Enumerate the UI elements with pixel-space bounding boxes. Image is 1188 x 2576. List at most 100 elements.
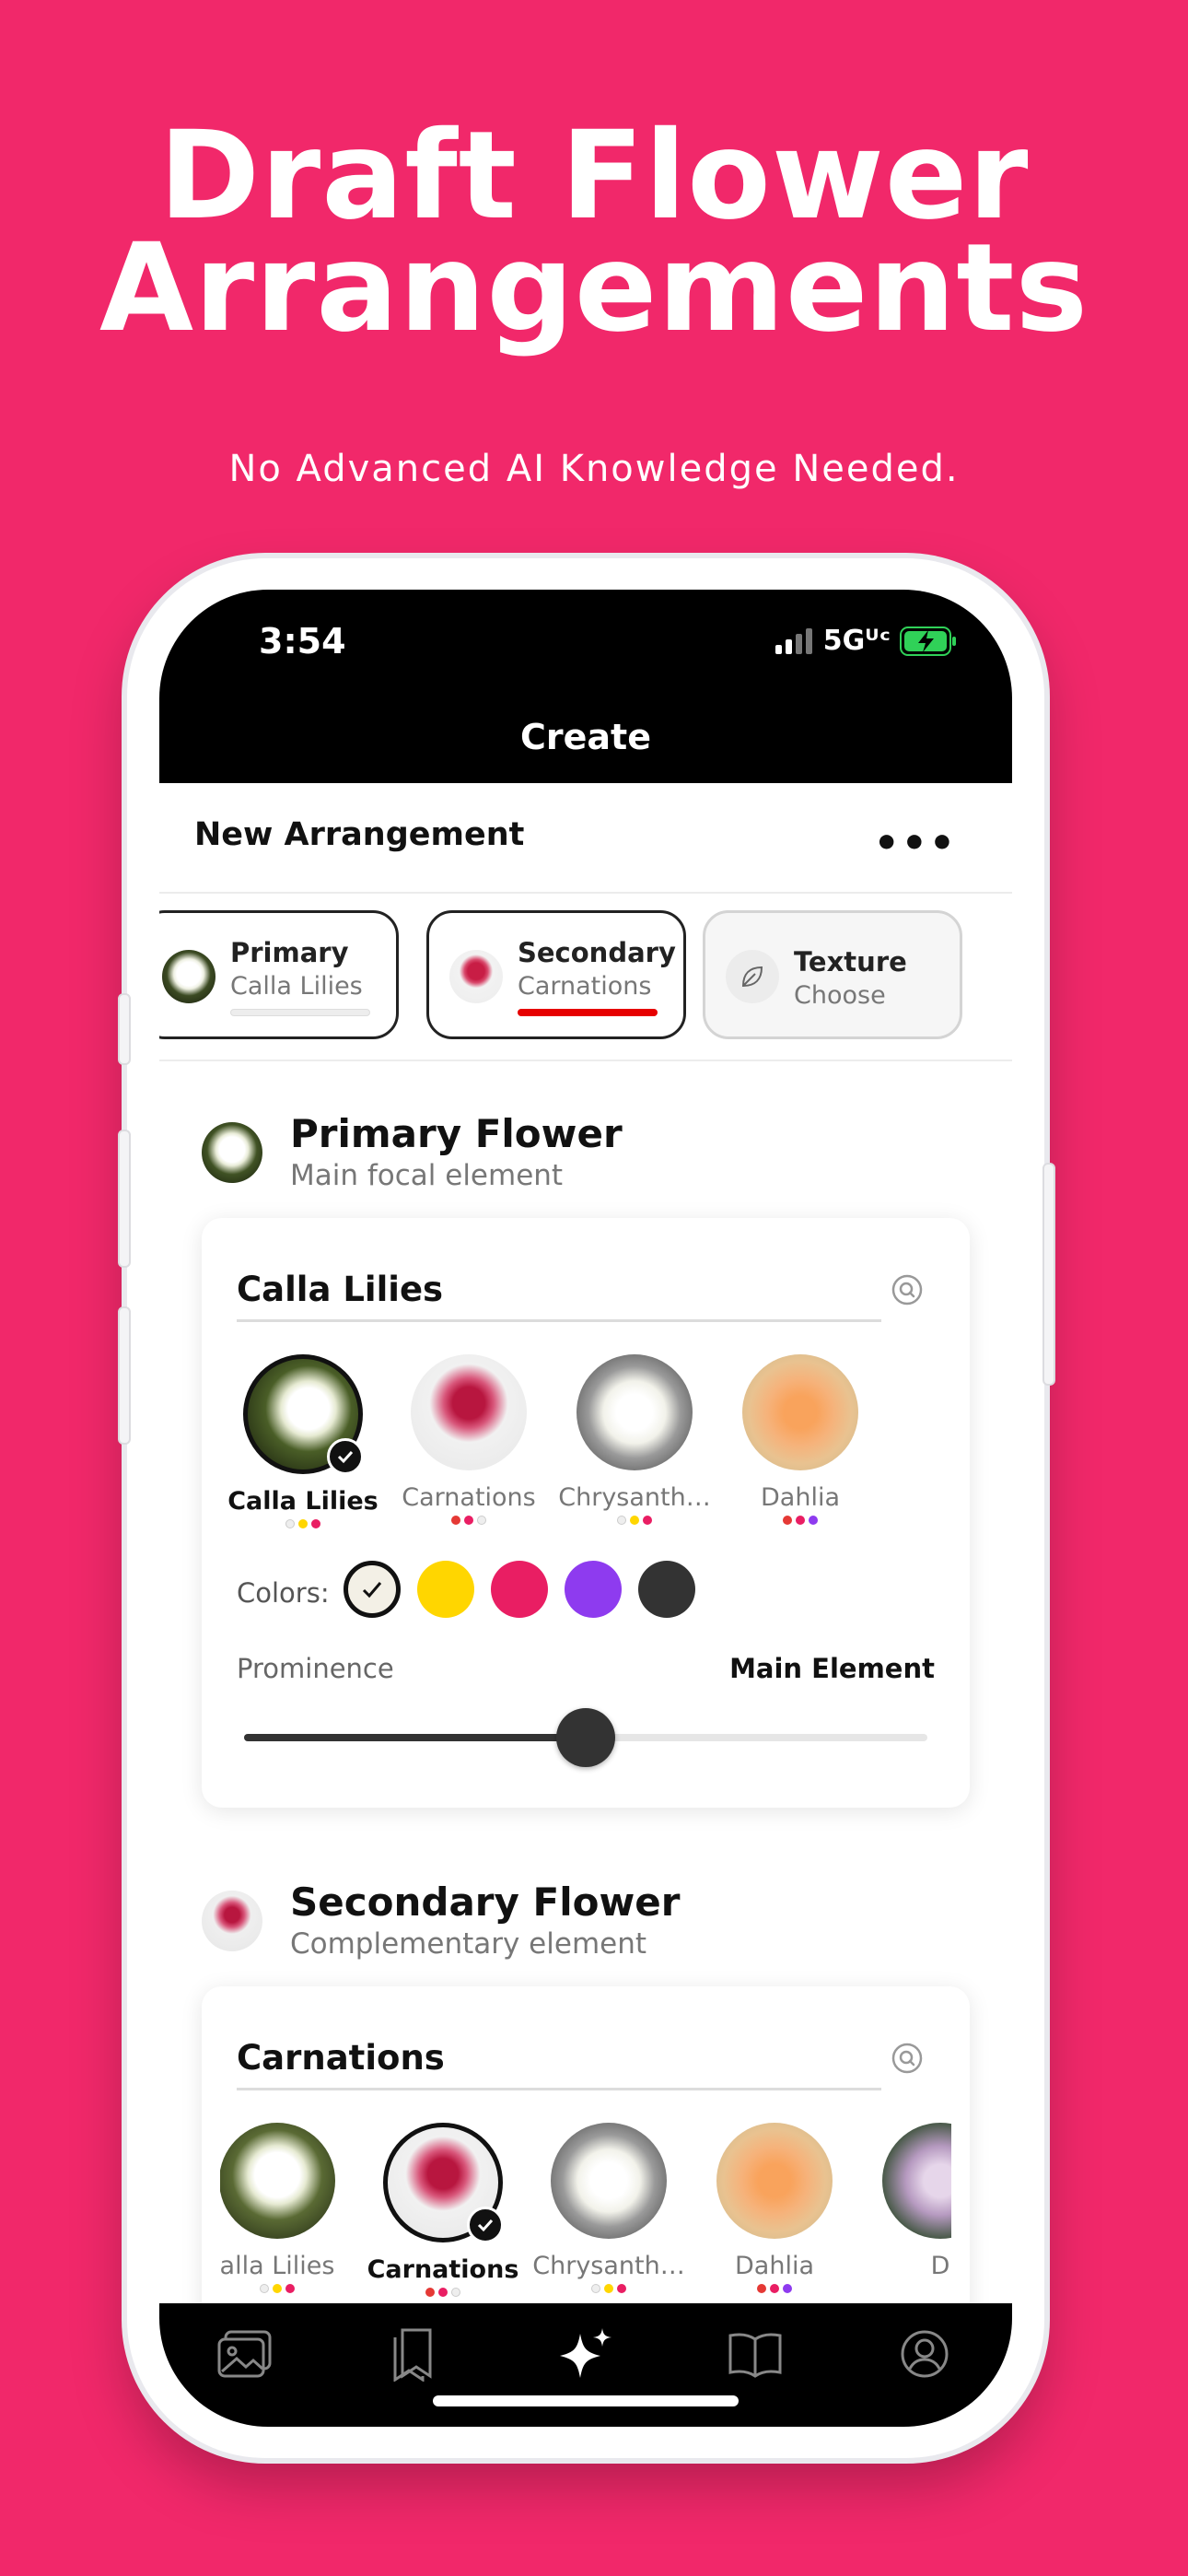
tab-texture-subtitle: Choose	[794, 981, 886, 1010]
headline-line-2: Arrangements	[99, 217, 1089, 359]
color-swatch-yellow[interactable]	[417, 1561, 474, 1618]
tab-secondary-subtitle: Carnations	[518, 972, 652, 1001]
tab-primary-title: Primary	[230, 937, 349, 968]
tab-primary-progress	[230, 1009, 370, 1016]
secondary-card-divider	[237, 2088, 881, 2090]
carnation-thumbnail	[449, 950, 503, 1003]
flower-option-carnations[interactable]: Carnations	[386, 1354, 552, 1525]
chrysanthemum-image	[577, 1354, 693, 1470]
tab-secondary-title: Secondary	[518, 937, 676, 968]
primary-flower-icon	[202, 1122, 262, 1183]
nav-bar: Create	[159, 709, 1012, 783]
primary-flower-header: Primary Flower Main focal element	[159, 1111, 1012, 1212]
nav-title: Create	[520, 717, 651, 757]
checkmark-icon	[362, 1582, 382, 1598]
flower-name: alla Lilies	[220, 2252, 335, 2280]
headline-line-1: Draft Flower	[158, 105, 1030, 247]
color-dots	[220, 1519, 386, 1528]
secondary-flower-icon	[202, 1891, 262, 1951]
chrysanthemum-image	[551, 2123, 667, 2239]
color-dots	[360, 2288, 526, 2297]
leaf-icon	[726, 950, 779, 1003]
flower-option-dahlia[interactable]: Dahlia	[717, 1354, 883, 1525]
flower-name: Carnations	[367, 2255, 519, 2284]
color-swatch-black[interactable]	[638, 1561, 695, 1618]
subheadline: No Advanced AI Knowledge Needed.	[228, 448, 960, 490]
color-swatch-purple[interactable]	[565, 1561, 622, 1618]
color-dots	[526, 2284, 692, 2293]
color-dots	[552, 1516, 717, 1525]
flower-name: D	[930, 2252, 950, 2280]
status-indicators: 5Gᵁᶜ	[775, 625, 957, 657]
phone-action-button	[118, 993, 131, 1065]
calla-lily-image	[220, 2123, 335, 2239]
color-swatch-cream[interactable]	[344, 1561, 401, 1618]
color-dots	[220, 2284, 360, 2293]
flower-option-partial[interactable]: D	[857, 2123, 951, 2280]
secondary-flower-card: Carnations alla Lilies Carnations Chrysa…	[202, 1986, 970, 2355]
book-icon[interactable]	[723, 2322, 787, 2386]
carnation-image	[411, 1354, 527, 1470]
flower-option-calla-lilies[interactable]: alla Lilies	[220, 2123, 360, 2293]
checkmark-icon	[467, 2207, 504, 2243]
flower-name: Dahlia	[761, 1483, 840, 1512]
primary-flower-card: Calla Lilies Calla Lilies Carnations Chr…	[202, 1218, 970, 1808]
tab-texture-title: Texture	[794, 946, 907, 978]
flower-name: Chrysanth…	[532, 2252, 685, 2280]
tab-primary-subtitle: Calla Lilies	[230, 972, 363, 1001]
tab-secondary[interactable]: Secondary Carnations	[426, 910, 686, 1039]
dahlia-image	[742, 1354, 858, 1470]
sparkles-icon[interactable]	[553, 2322, 618, 2386]
home-indicator	[433, 2395, 739, 2406]
prominence-value: Main Element	[729, 1653, 935, 1684]
flower-name: Chrysanth…	[558, 1483, 711, 1512]
gallery-icon[interactable]	[213, 2322, 277, 2386]
step-tabs: Primary Calla Lilies Secondary Carnation…	[159, 894, 1012, 1061]
search-icon[interactable]	[891, 1273, 924, 1306]
prominence-slider[interactable]	[244, 1708, 927, 1767]
arrangement-title: New Arrangement	[194, 816, 525, 853]
search-icon[interactable]	[891, 2042, 924, 2075]
slider-fill	[244, 1734, 586, 1741]
secondary-flower-subtitle: Complementary element	[290, 1927, 647, 1961]
carnation-image	[383, 2123, 504, 2243]
flower-option-dahlia[interactable]: Dahlia	[692, 2123, 857, 2293]
prominence-label: Prominence	[237, 1653, 394, 1684]
flower-name: Carnations	[402, 1483, 536, 1512]
primary-card-divider	[237, 1319, 881, 1322]
flower-option-chrysanthemum[interactable]: Chrysanth…	[526, 2123, 692, 2293]
color-dots	[386, 1516, 552, 1525]
primary-card-title: Calla Lilies	[237, 1270, 444, 1309]
status-bar: 3:54 5Gᵁᶜ	[159, 590, 1012, 709]
app-screen: 3:54 5Gᵁᶜ Create New Arrangement ••• Pri…	[159, 590, 1012, 2427]
network-label: 5Gᵁᶜ	[822, 625, 891, 657]
color-dots	[692, 2284, 857, 2293]
primary-flower-title: Primary Flower	[290, 1111, 623, 1156]
arrangement-header: New Arrangement •••	[159, 783, 1012, 894]
color-swatch-pink[interactable]	[491, 1561, 548, 1618]
flower-name: Calla Lilies	[227, 1487, 379, 1516]
battery-charging-icon	[900, 626, 956, 656]
secondary-flower-header: Secondary Flower Complementary element	[159, 1879, 1012, 1981]
flower-option-calla-lilies[interactable]: Calla Lilies	[220, 1354, 386, 1528]
tab-secondary-underline	[518, 1009, 658, 1016]
slider-thumb[interactable]	[556, 1708, 615, 1767]
more-options-icon[interactable]: •••	[874, 820, 957, 867]
flower-option-carnations[interactable]: Carnations	[360, 2123, 526, 2297]
checkmark-icon	[327, 1438, 364, 1475]
tab-texture[interactable]: Texture Choose	[703, 910, 962, 1039]
bookmarks-icon[interactable]	[380, 2322, 445, 2386]
secondary-flower-title: Secondary Flower	[290, 1879, 681, 1925]
calla-lily-thumbnail	[162, 950, 215, 1003]
secondary-flower-options: alla Lilies Carnations Chrysanth… Dahlia…	[220, 2123, 951, 2316]
profile-icon[interactable]	[892, 2322, 957, 2386]
flower-option-chrysanthemum[interactable]: Chrysanth…	[552, 1354, 717, 1525]
tab-primary[interactable]: Primary Calla Lilies	[159, 910, 399, 1039]
phone-volume-down-button	[118, 1306, 131, 1445]
phone-volume-up-button	[118, 1130, 131, 1268]
color-dots	[717, 1516, 883, 1525]
headline: Draft Flower Arrangements	[0, 105, 1188, 359]
signal-icon	[775, 627, 812, 654]
primary-flower-options: Calla Lilies Carnations Chrysanth… Dahli…	[220, 1354, 951, 1548]
dahlia-image	[716, 2123, 833, 2239]
